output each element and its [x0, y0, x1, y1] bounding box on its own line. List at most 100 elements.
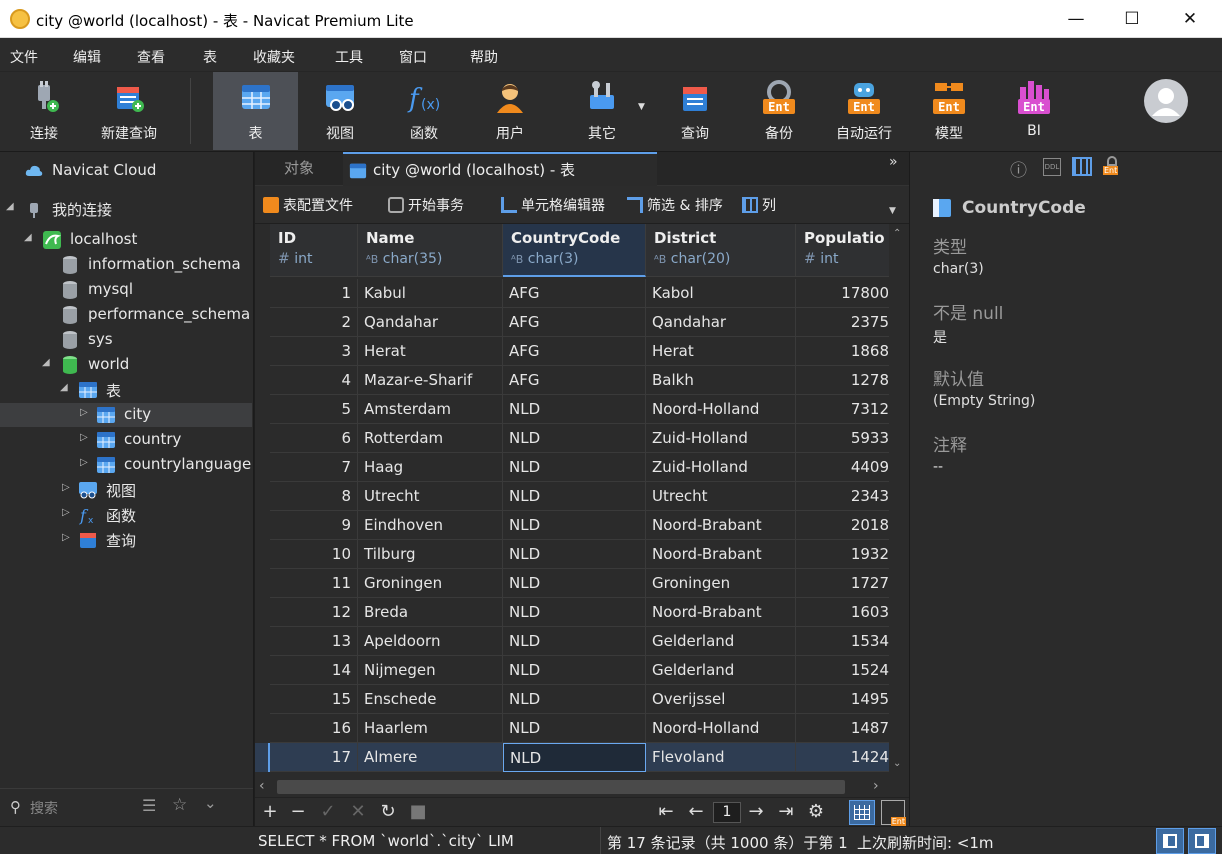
table-row[interactable]: 17 Almere NLD Flevoland 1424	[255, 743, 896, 772]
cell-district[interactable]: Herat	[646, 337, 796, 366]
lock-ent-icon[interactable]: Ent	[1103, 156, 1123, 176]
views-group[interactable]: ▷ 视图	[0, 478, 252, 502]
cell-name[interactable]: Herat	[358, 337, 503, 366]
avatar[interactable]	[1143, 78, 1189, 124]
schema-mysql[interactable]: mysql	[0, 278, 252, 302]
toggle-left-panel-icon[interactable]	[1156, 828, 1184, 854]
cell-id[interactable]: 17	[270, 743, 358, 772]
collapse-arrow-icon[interactable]: ◢	[24, 232, 32, 243]
begin-transaction-button[interactable]: 开始事务	[388, 195, 464, 215]
cell-countrycode[interactable]: NLD	[503, 424, 646, 453]
columns-button[interactable]: 列	[742, 195, 776, 215]
vertical-scrollbar[interactable]: ⌃ ⌄	[889, 224, 909, 777]
table-country[interactable]: ▷ country	[0, 428, 252, 452]
cell-countrycode[interactable]: AFG	[503, 337, 646, 366]
cell-district[interactable]: Gelderland	[646, 656, 796, 685]
delete-row-icon[interactable]: −	[287, 801, 309, 823]
cell-population[interactable]: 1278	[796, 366, 896, 395]
cell-id[interactable]: 1	[270, 279, 358, 308]
cell-id[interactable]: 5	[270, 395, 358, 424]
cell-district[interactable]: Kabol	[646, 279, 796, 308]
cell-population[interactable]: 4409	[796, 453, 896, 482]
ddl-icon[interactable]: DDL	[1043, 158, 1061, 176]
cell-population[interactable]: 2343	[796, 482, 896, 511]
scroll-right-icon[interactable]: ›	[873, 778, 879, 794]
cell-population[interactable]: 2375	[796, 308, 896, 337]
cell-district[interactable]: Gelderland	[646, 627, 796, 656]
prev-page-icon[interactable]: ←	[685, 801, 707, 823]
settings-gear-icon[interactable]: ⚙	[805, 801, 827, 823]
cell-countrycode[interactable]: NLD	[503, 685, 646, 714]
table-row[interactable]: 14 Nijmegen NLD Gelderland 1524	[255, 656, 896, 685]
cell-district[interactable]: Utrecht	[646, 482, 796, 511]
user-button[interactable]: 用户	[470, 72, 550, 150]
other-dropdown-icon[interactable]: ▼	[638, 102, 645, 112]
collapse-arrow-icon[interactable]: ◢	[60, 382, 68, 393]
column-header-population[interactable]: Populatio # int	[796, 224, 896, 277]
cell-countrycode[interactable]: NLD	[503, 482, 646, 511]
cell-population[interactable]: 1534	[796, 627, 896, 656]
cell-name[interactable]: Nijmegen	[358, 656, 503, 685]
expand-arrow-icon[interactable]: ▷	[62, 532, 70, 543]
scroll-left-icon[interactable]: ‹	[259, 778, 265, 794]
cell-name[interactable]: Amsterdam	[358, 395, 503, 424]
my-connections-item[interactable]: ◢ 我的连接	[0, 197, 252, 221]
cell-name[interactable]: Eindhoven	[358, 511, 503, 540]
last-page-icon[interactable]: ⇥	[775, 801, 797, 823]
table-row[interactable]: 3 Herat AFG Herat 1868	[255, 337, 896, 366]
schema-performance_schema[interactable]: performance_schema	[0, 303, 252, 327]
field-columns-icon[interactable]	[1072, 157, 1092, 176]
cell-district[interactable]: Zuid-Holland	[646, 453, 796, 482]
table-countrylanguage[interactable]: ▷ countrylanguage	[0, 453, 252, 477]
star-icon[interactable]: ☆	[172, 795, 187, 815]
search-input[interactable]: 搜索	[30, 798, 58, 818]
menu-table[interactable]: 表	[203, 47, 217, 67]
cell-countrycode[interactable]: NLD	[503, 714, 646, 743]
cell-id[interactable]: 10	[270, 540, 358, 569]
cell-name[interactable]: Mazar-e-Sharif	[358, 366, 503, 395]
expand-arrow-icon[interactable]: ▷	[80, 457, 88, 468]
cell-district[interactable]: Noord-Brabant	[646, 540, 796, 569]
cell-district[interactable]: Balkh	[646, 366, 796, 395]
tab-objects[interactable]: 对象	[255, 152, 343, 186]
tab-city-table[interactable]: city @world (localhost) - 表	[343, 152, 657, 186]
subtoolbar-dropdown-icon[interactable]: ▼	[889, 206, 896, 216]
cell-id[interactable]: 14	[270, 656, 358, 685]
refresh-icon[interactable]: ↻	[377, 801, 399, 823]
auto-run-button[interactable]: Ent 自动运行	[824, 72, 904, 150]
cell-population[interactable]: 5933	[796, 424, 896, 453]
cell-name[interactable]: Rotterdam	[358, 424, 503, 453]
close-button[interactable]: ✕	[1162, 0, 1218, 38]
cell-id[interactable]: 11	[270, 569, 358, 598]
cell-population[interactable]: 1603	[796, 598, 896, 627]
cell-countrycode[interactable]: NLD	[503, 540, 646, 569]
grid-view-icon[interactable]	[849, 800, 875, 825]
query-button[interactable]: 查询	[655, 72, 735, 150]
queries-group[interactable]: ▷ 查询	[0, 528, 252, 552]
cell-id[interactable]: 9	[270, 511, 358, 540]
table-row[interactable]: 5 Amsterdam NLD Noord-Holland 7312	[255, 395, 896, 424]
toggle-right-panel-icon[interactable]	[1188, 828, 1216, 854]
cell-id[interactable]: 15	[270, 685, 358, 714]
first-page-icon[interactable]: ⇤	[655, 801, 677, 823]
cell-population[interactable]: 17800	[796, 279, 896, 308]
table-row[interactable]: 8 Utrecht NLD Utrecht 2343	[255, 482, 896, 511]
expand-arrow-icon[interactable]: ▷	[80, 432, 88, 443]
cell-population[interactable]: 1524	[796, 656, 896, 685]
schema-sys[interactable]: sys	[0, 328, 252, 352]
schema-information_schema[interactable]: information_schema	[0, 253, 252, 277]
sort-icon[interactable]: ☰	[142, 796, 156, 815]
expand-arrow-icon[interactable]: ▷	[62, 482, 70, 493]
cell-countrycode[interactable]: NLD	[503, 395, 646, 424]
cell-name[interactable]: Groningen	[358, 569, 503, 598]
cell-name[interactable]: Almere	[358, 743, 503, 772]
navicat-cloud-item[interactable]: Navicat Cloud	[0, 159, 252, 183]
menu-view[interactable]: 查看	[137, 47, 165, 67]
cell-population[interactable]: 1868	[796, 337, 896, 366]
table-row[interactable]: 16 Haarlem NLD Noord-Holland 1487	[255, 714, 896, 743]
collapse-all-icon[interactable]: ⌄	[204, 794, 217, 812]
cell-name[interactable]: Utrecht	[358, 482, 503, 511]
backup-button[interactable]: Ent 备份	[740, 72, 818, 150]
menu-file[interactable]: 文件	[10, 47, 38, 67]
cell-population[interactable]: 7312	[796, 395, 896, 424]
